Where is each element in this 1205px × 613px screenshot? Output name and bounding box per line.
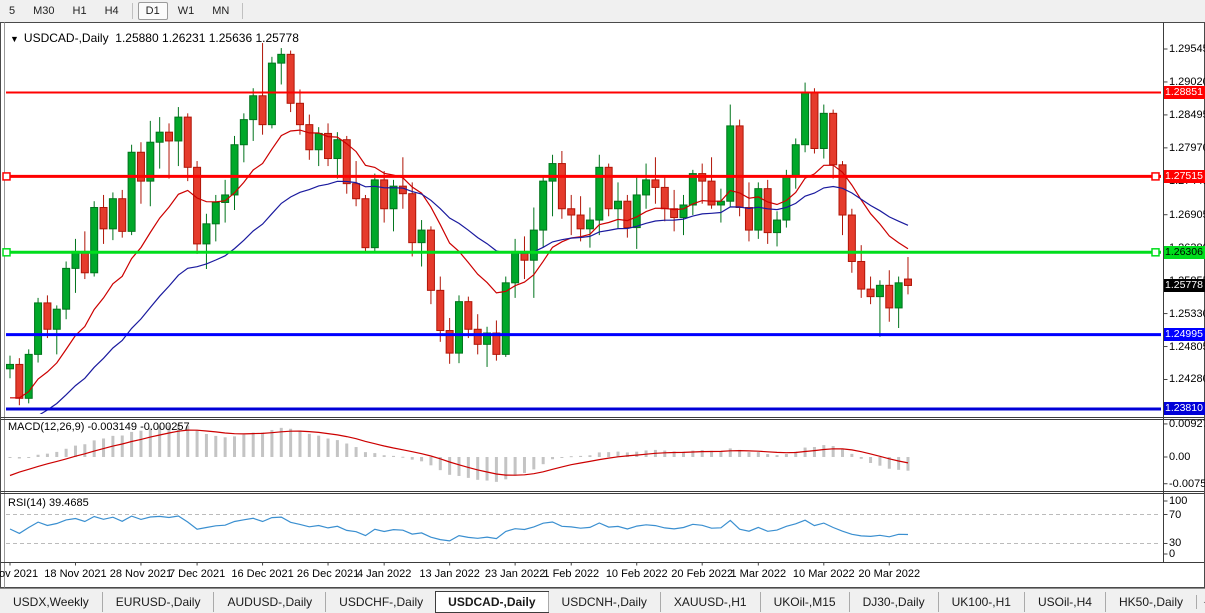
date-axis-label: 23 Jan 2022 xyxy=(485,568,546,580)
tab-usoil-h4[interactable]: USOil-,H4 xyxy=(1024,592,1105,612)
tab-usdcnh-daily[interactable]: USDCNH-,Daily xyxy=(548,592,660,612)
macd-indicator-label: MACD(12,26,9) -0.003149 -0.000257 xyxy=(8,421,190,433)
rsi-axis-tick: 70 xyxy=(1169,509,1181,521)
date-axis-label: 1 Feb 2022 xyxy=(543,568,599,580)
tab-usdcad-daily[interactable]: USDCAD-,Daily xyxy=(435,591,548,613)
date-axis-label: 10 Feb 2022 xyxy=(606,568,668,580)
tab-hk50-daily[interactable]: HK50-,Daily xyxy=(1105,592,1196,612)
chevron-down-icon: ▼ xyxy=(10,34,19,44)
macd-axis-tick: 0.009278 xyxy=(1169,418,1205,430)
date-axis-label: 13 Jan 2022 xyxy=(419,568,480,580)
rsi-axis-tick: 0 xyxy=(1169,548,1175,560)
chart-title: ▼ USDCAD-,Daily 1.25880 1.26231 1.25636 1… xyxy=(10,31,299,45)
price-label-1.24995: 1.24995 xyxy=(1164,328,1205,341)
price-label-1.23810: 1.23810 xyxy=(1164,402,1205,415)
ohlc-high: 1.26231 xyxy=(162,31,205,45)
date-axis-label: 10 Mar 2022 xyxy=(793,568,855,580)
tab-scroll-arrows: ◄► xyxy=(1196,595,1205,609)
tab-xauusd-h1[interactable]: XAUUSD-,H1 xyxy=(660,592,760,612)
price-label-1.26306: 1.26306 xyxy=(1164,246,1205,259)
date-axis-label: 28 Nov 2021 xyxy=(110,568,172,580)
rsi-axis-tick: 100 xyxy=(1169,495,1187,507)
tab-eurusd-daily[interactable]: EURUSD-,Daily xyxy=(102,592,214,612)
date-axis-label: 18 Nov 2021 xyxy=(44,568,106,580)
symbol-tabbar: USDX,WeeklyEURUSD-,DailyAUDUSD-,DailyUSD… xyxy=(0,588,1205,613)
price-axis-tick: 1.24805 xyxy=(1169,341,1205,353)
date-axis-label: 20 Feb 2022 xyxy=(671,568,733,580)
tab-dj30-daily[interactable]: DJ30-,Daily xyxy=(849,592,938,612)
rsi-indicator-label: RSI(14) 39.4685 xyxy=(8,497,89,509)
tab-ukoil-m15[interactable]: UKOil-,M15 xyxy=(760,592,849,612)
price-axis-tick: 1.26905 xyxy=(1169,209,1205,221)
ohlc-low: 1.25636 xyxy=(209,31,252,45)
tab-usdx-weekly[interactable]: USDX,Weekly xyxy=(0,592,102,612)
scroll-left-icon[interactable]: ◄ xyxy=(1196,595,1205,609)
price-axis-tick: 1.27970 xyxy=(1169,142,1205,154)
tab-audusd-daily[interactable]: AUDUSD-,Daily xyxy=(213,592,325,612)
trading-terminal: 5M30H1H4D1W1MN ▼USDCAD-,Daily 1.25880 1.… xyxy=(0,0,1205,613)
line-anchor-marker[interactable] xyxy=(3,249,10,256)
price-label-1.28851: 1.28851 xyxy=(1164,86,1205,99)
ohlc-open: 1.25880 xyxy=(115,31,158,45)
price-axis-tick: 1.25330 xyxy=(1169,308,1205,320)
macd-axis-tick: 0.00 xyxy=(1169,451,1190,463)
price-axis-tick: 1.24280 xyxy=(1169,373,1205,385)
price-axis-tick: 1.29545 xyxy=(1169,43,1205,55)
date-axis-label: 26 Dec 2021 xyxy=(297,568,359,580)
tab-usdchf-daily[interactable]: USDCHF-,Daily xyxy=(325,592,436,612)
date-axis-label: 4 Jan 2022 xyxy=(357,568,411,580)
date-axis-label: 7 Dec 2021 xyxy=(169,568,225,580)
price-axis-tick: 1.28495 xyxy=(1169,109,1205,121)
price-label-1.25778: 1.25778 xyxy=(1164,279,1205,292)
tab-uk100-h1[interactable]: UK100-,H1 xyxy=(938,592,1024,612)
date-axis-label: 16 Dec 2021 xyxy=(231,568,293,580)
chart-symbol-label: USDCAD-,Daily xyxy=(24,31,109,45)
date-axis-label: 20 Mar 2022 xyxy=(858,568,920,580)
date-axis-label: 9 Nov 2021 xyxy=(0,568,38,580)
line-anchor-marker[interactable] xyxy=(3,173,10,180)
macd-axis-tick: -0.00750 xyxy=(1169,478,1205,490)
ohlc-close: 1.25778 xyxy=(255,31,298,45)
chart-window-border xyxy=(1,23,1205,588)
line-anchor-marker[interactable] xyxy=(1152,173,1159,180)
line-anchor-marker[interactable] xyxy=(1152,249,1159,256)
price-label-1.27515: 1.27515 xyxy=(1164,170,1205,183)
price-chart-canvas[interactable] xyxy=(0,0,1205,613)
date-axis-label: 1 Mar 2022 xyxy=(730,568,786,580)
